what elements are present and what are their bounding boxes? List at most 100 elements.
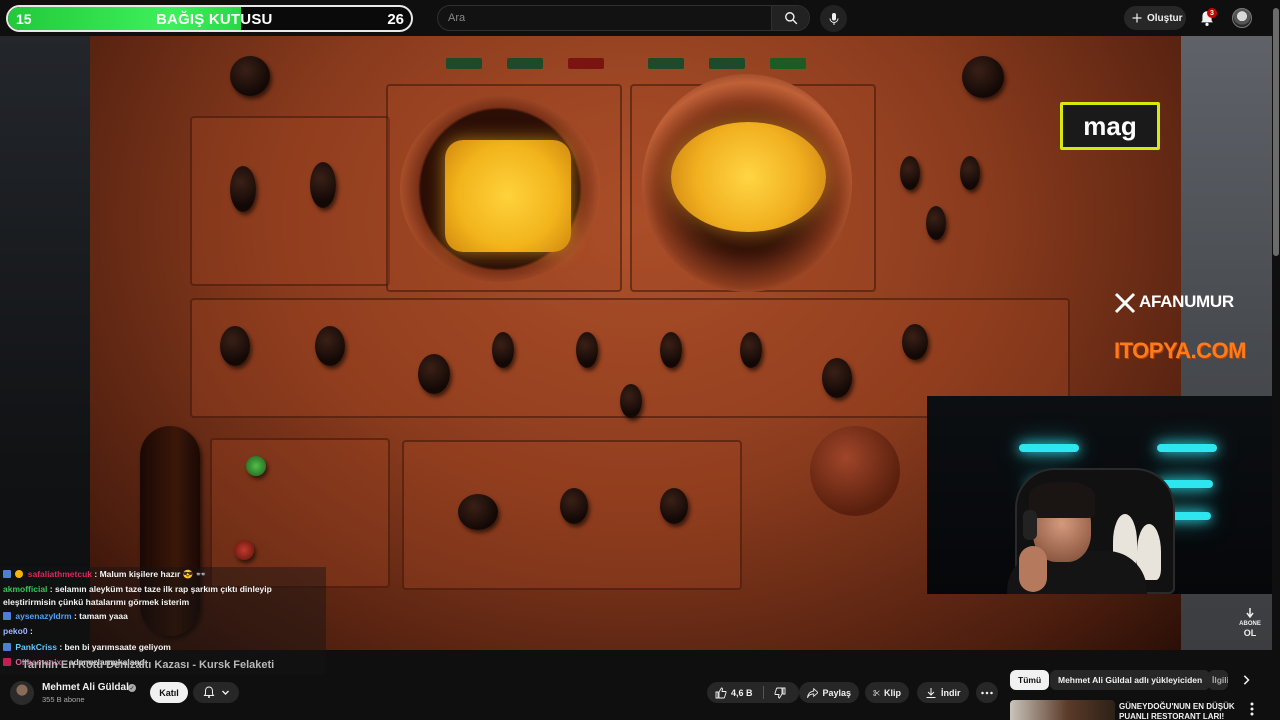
- streamer-hand: [1019, 546, 1047, 592]
- download-label: İndir: [941, 687, 961, 698]
- plus-icon: [1132, 13, 1142, 23]
- console-knob: [900, 156, 920, 190]
- console-panel: [210, 438, 390, 588]
- console-knob: [310, 162, 336, 208]
- oscilloscope-screen: [445, 140, 571, 252]
- join-button[interactable]: Katıl: [150, 682, 188, 703]
- clip-label: Klip: [884, 687, 901, 698]
- thumbs-down-icon[interactable]: [773, 687, 786, 699]
- console-knob: [458, 494, 498, 530]
- indicator-lamp: [446, 58, 482, 69]
- bell-icon: [203, 686, 214, 698]
- thumbs-up-icon[interactable]: [715, 687, 727, 699]
- donation-box: 15 BAĞIŞ KUTUSU 26: [6, 5, 413, 32]
- account-avatar[interactable]: [1232, 8, 1252, 28]
- subscribe-label-top: ABONE: [1239, 621, 1261, 627]
- app-window: 15 BAĞIŞ KUTUSU 26 Oluştur 3: [0, 0, 1280, 720]
- create-label: Oluştur: [1147, 12, 1183, 24]
- indicator-lamp: [709, 58, 745, 69]
- x-logo-icon: [1114, 292, 1136, 314]
- download-button[interactable]: İndir: [917, 682, 969, 703]
- console-knob: [560, 488, 588, 524]
- mag-logo: mag: [1060, 102, 1160, 150]
- channel-avatar[interactable]: [10, 681, 34, 705]
- share-button[interactable]: Paylaş: [799, 682, 859, 703]
- like-count[interactable]: 4,6 B: [731, 688, 753, 698]
- red-button: [234, 540, 254, 560]
- console-panel: [190, 116, 390, 286]
- video-left-border: [0, 36, 90, 650]
- console-knob: [926, 206, 946, 240]
- divider: [762, 686, 764, 699]
- chevron-down-icon: [221, 690, 229, 695]
- channel-name[interactable]: Mehmet Ali Güldal: [42, 682, 129, 693]
- subscribe-label-bottom: OL: [1243, 628, 1257, 638]
- top-bar: 15 BAĞIŞ KUTUSU 26 Oluştur 3: [0, 0, 1280, 36]
- more-actions-button[interactable]: [976, 682, 998, 703]
- chat-username: peko0: [3, 626, 28, 637]
- console-knob: [660, 332, 682, 368]
- donation-goal: 26: [387, 11, 404, 28]
- create-button[interactable]: Oluştur: [1124, 6, 1186, 30]
- chevron-right-icon: [1243, 675, 1250, 685]
- console-knob: [660, 488, 688, 524]
- subscribe-notifications-button[interactable]: [193, 682, 239, 703]
- console-knob: [230, 166, 256, 212]
- chat-username: akmofficial: [3, 583, 48, 594]
- green-button: [246, 456, 266, 476]
- indicator-lamp: [648, 58, 684, 69]
- chat-text: : Malum kişilere hazır 😎 👓: [94, 569, 207, 579]
- neon-light: [1019, 444, 1079, 452]
- video-title: Tarihin En Kötü Denizaltı Kazası - Kursk…: [22, 659, 275, 671]
- chat-text: : tamam yaaa: [73, 610, 128, 621]
- more-vertical-icon[interactable]: [1248, 702, 1256, 716]
- x-handle: AFANUMUR: [1139, 292, 1234, 311]
- more-horizontal-icon: [981, 691, 993, 694]
- arrow-down-icon: [1246, 608, 1254, 619]
- chips-next-button[interactable]: [1236, 670, 1256, 690]
- console-knob: [620, 384, 642, 418]
- download-icon: [926, 687, 936, 698]
- neon-light: [1157, 444, 1217, 452]
- chat-badge-icon: [3, 570, 11, 578]
- voice-search-button[interactable]: [820, 5, 847, 32]
- search-button[interactable]: [771, 6, 809, 30]
- subscribe-watermark: ABONE OL: [1239, 608, 1261, 638]
- console-knob: [315, 326, 345, 366]
- microphone-icon: [829, 12, 838, 25]
- clip-button[interactable]: Klip: [865, 682, 909, 703]
- radar-screen: [671, 122, 826, 232]
- scrollbar-thumb[interactable]: [1273, 8, 1279, 256]
- notification-badge: 3: [1207, 8, 1217, 18]
- console-knob: [492, 332, 514, 368]
- chip-related[interactable]: İlgili: [1208, 670, 1228, 690]
- console-knob: [576, 332, 598, 368]
- search-input[interactable]: [438, 6, 771, 30]
- chat-text: :: [29, 626, 33, 637]
- like-dislike-group: 4,6 B: [707, 682, 799, 703]
- chat-badge-icon: [3, 611, 11, 620]
- chat-text: : ben bi yarımsaate geliyom: [59, 641, 171, 652]
- scissors-icon: [873, 689, 880, 696]
- sponsor-logo: ITOPYA.COM: [1114, 338, 1246, 363]
- chat-username: aysenazyldrm: [15, 610, 72, 621]
- video-player[interactable]: mag AFANUMUR ITOPYA.COM ABONE OL: [0, 36, 1272, 650]
- indicator-lamp: [568, 58, 604, 69]
- search-icon: [784, 12, 797, 25]
- chat-message: PankCriss : ben bi yarımsaate geliyom: [0, 640, 326, 656]
- chat-warning-icon: [15, 570, 24, 578]
- console-knob: [220, 326, 250, 366]
- recommended-video-title[interactable]: GÜNEYDOĞU'NUN EN DÜŞÜK PUANLI RESTORANT …: [1119, 702, 1245, 720]
- donation-title: BAĞIŞ KUTUSU: [156, 11, 273, 28]
- subscriber-count: 355 B abone: [42, 695, 85, 704]
- chip-uploader[interactable]: Mehmet Ali Güldal adlı yükleyiciden: [1050, 670, 1211, 690]
- recommended-video-thumbnail[interactable]: [1010, 700, 1115, 720]
- chat-username: PankCriss: [15, 641, 57, 652]
- console-knob: [740, 332, 762, 368]
- indicator-lamp: [770, 58, 806, 69]
- console-knob: [902, 324, 928, 360]
- chip-all[interactable]: Tümü: [1010, 670, 1050, 690]
- chat-badge-icon: [3, 658, 11, 667]
- donation-current: 15: [16, 11, 32, 27]
- indicator-lamp: [507, 58, 543, 69]
